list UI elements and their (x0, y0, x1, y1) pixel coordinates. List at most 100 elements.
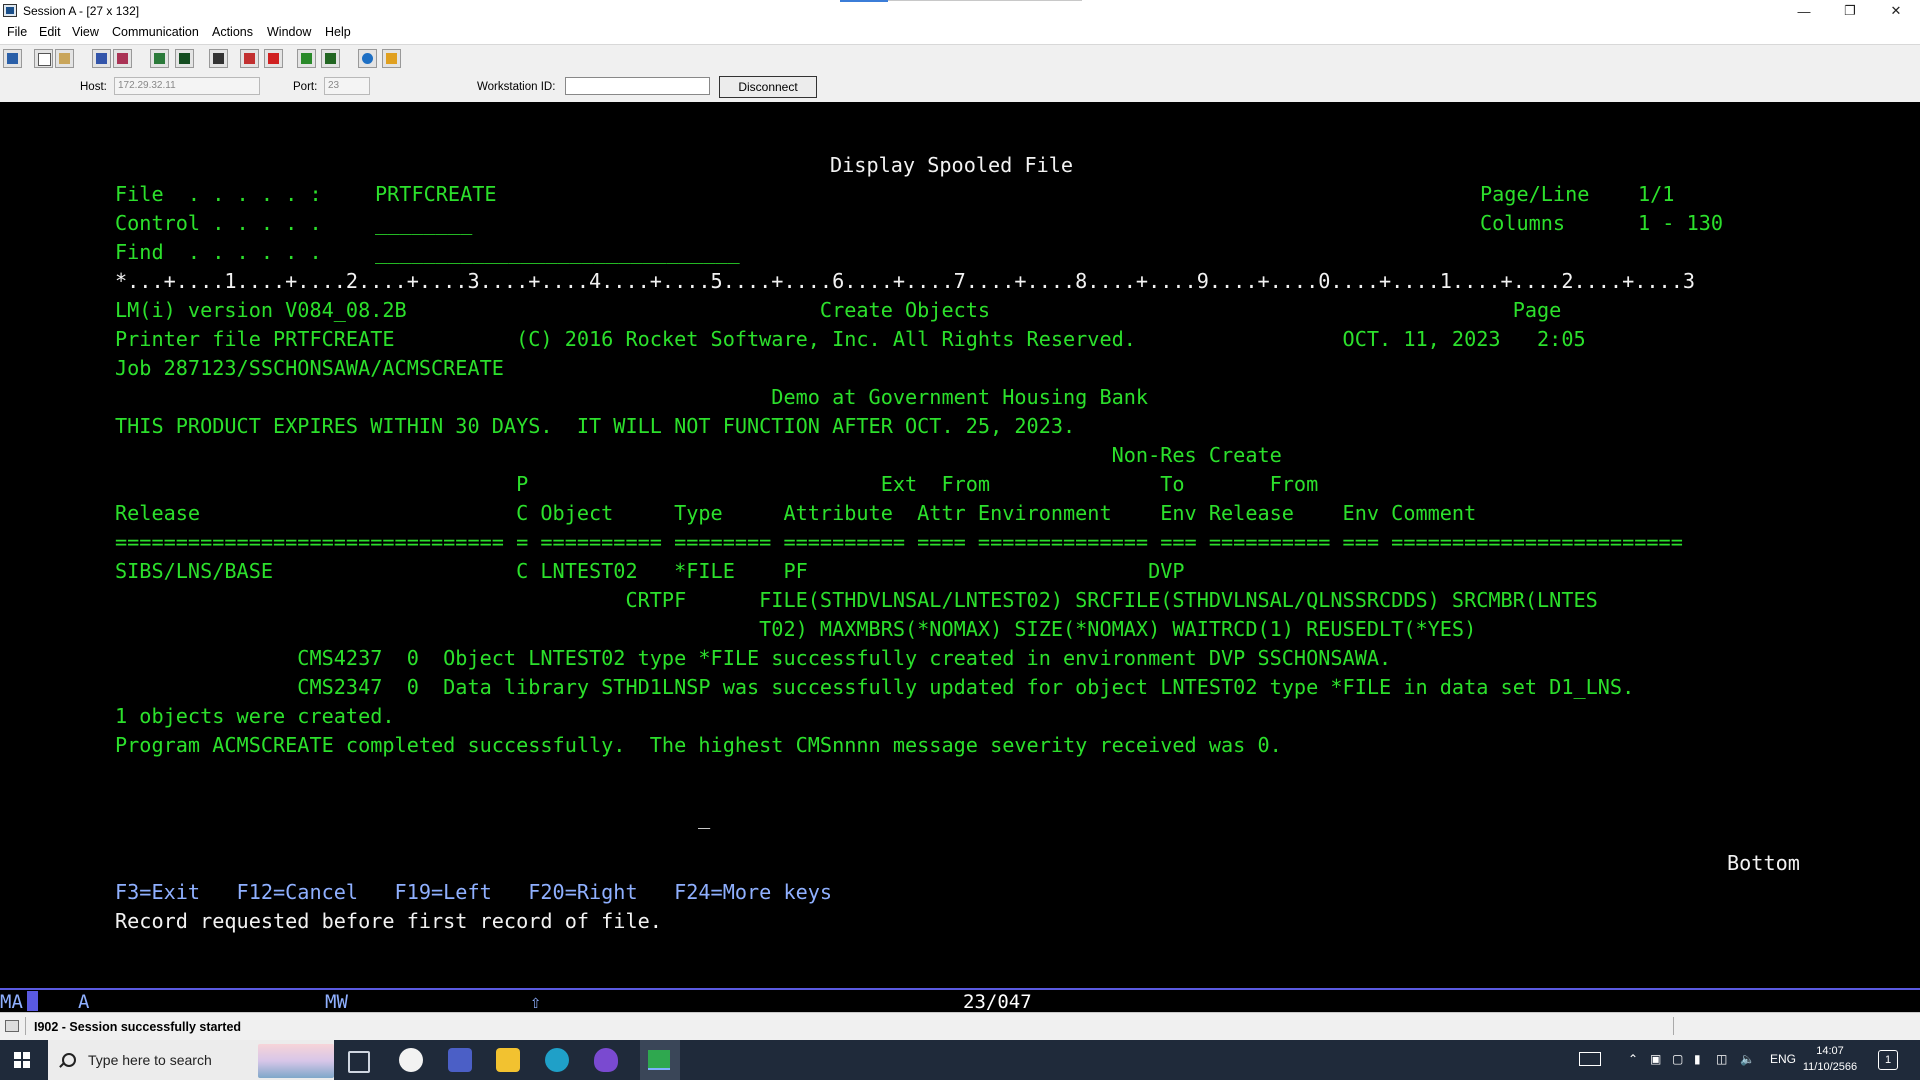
taskbar-search[interactable]: Type here to search (48, 1040, 334, 1080)
workstation-id-field[interactable] (565, 77, 710, 95)
function-keys[interactable]: F3=Exit F12=Cancel F19=Left F20=Right F2… (115, 881, 832, 903)
terminal-app-glyph (648, 1050, 670, 1070)
find-label: Find . . . . . . (115, 240, 322, 264)
report-line: SIBS/LNS/BASE C LNTEST02 *FILE PF DVP (115, 559, 1185, 583)
message-line: Record requested before first record of … (115, 909, 662, 933)
host-field[interactable]: 172.29.32.11 (114, 77, 260, 95)
status-icon (5, 1020, 19, 1032)
report-line: 1 objects were created. (115, 704, 395, 728)
send-icon[interactable] (92, 49, 111, 68)
title-accent (840, 0, 888, 2)
volume-icon[interactable]: 🔈 (1740, 1052, 1755, 1066)
stop-icon[interactable] (264, 49, 283, 68)
clock[interactable]: 14:07 11/10/2566 (1800, 1043, 1860, 1075)
report-line: CMS4237 0 Object LNTEST02 type *FILE suc… (115, 646, 1392, 670)
cursor: _ (698, 805, 711, 829)
battery-icon[interactable]: ▮ (1694, 1052, 1701, 1066)
report-line: ================================ = =====… (115, 530, 1683, 554)
report-line: Job 287123/SSCHONSAWA/ACMSCREATE (115, 356, 504, 380)
clipboard-icon[interactable] (382, 49, 401, 68)
play-icon[interactable] (297, 49, 316, 68)
clock-date: 11/10/2566 (1802, 1061, 1858, 1073)
port-field[interactable]: 23 (324, 77, 370, 95)
report-line: T02) MAXMBRS(*NOMAX) SIZE(*NOMAX) WAITRC… (115, 617, 1477, 641)
host-label: Host: (80, 81, 107, 93)
control-input[interactable]: ________ (375, 212, 472, 234)
copy-icon[interactable] (34, 49, 53, 68)
start-icon[interactable] (14, 1052, 30, 1068)
column-ruler: *...+....1....+....2....+....3....+....4… (115, 269, 1696, 293)
disconnect-button[interactable]: Disconnect (719, 76, 817, 98)
status-divider (1673, 1017, 1674, 1035)
cursor-position: 23/047 (963, 991, 1032, 1013)
globe-icon[interactable] (358, 49, 377, 68)
report-line: CMS2347 0 Data library STHD1LNSP was suc… (115, 675, 1635, 699)
keyboard-icon[interactable] (1579, 1052, 1601, 1066)
connection-bar: Host: 172.29.32.11 Port: 23 Workstation … (0, 71, 1920, 103)
session-indicator: A (78, 991, 90, 1013)
menu-actions[interactable]: Actions (212, 25, 253, 39)
print-screen-icon[interactable] (3, 49, 22, 68)
paste-icon[interactable] (55, 49, 74, 68)
shift-indicator: ⇧ (530, 991, 542, 1013)
control-label: Control . . . . . (115, 211, 322, 235)
status-divider (25, 1017, 26, 1035)
pageline-value: 1/1 (1638, 182, 1675, 206)
file-label: File . . . . . : (115, 182, 322, 206)
task-view-icon[interactable] (348, 1051, 370, 1073)
status-bar: I902 - Session successfully started (0, 1012, 1920, 1041)
bottom-indicator: Bottom (1727, 851, 1800, 875)
mode-cursor (27, 991, 38, 1011)
receive-icon[interactable] (113, 49, 132, 68)
language-indicator[interactable]: ENG (1770, 1052, 1796, 1066)
record-icon[interactable] (240, 49, 259, 68)
report-line: Printer file PRTFCREATE (C) 2016 Rocket … (115, 327, 1586, 351)
report-line: P Ext From To From (115, 472, 1319, 496)
port-label: Port: (293, 81, 318, 93)
app-purple-icon[interactable] (594, 1048, 618, 1072)
terminal-screen[interactable]: Display Spooled File File . . . . . : PR… (0, 102, 1920, 988)
chevron-up-icon[interactable]: ⌃ (1628, 1052, 1638, 1066)
notification-badge[interactable]: 1 (1878, 1050, 1898, 1070)
display-icon[interactable] (150, 49, 169, 68)
report-line: Program ACMSCREATE completed successfull… (115, 733, 1282, 757)
file-value: PRTFCREATE (375, 182, 497, 206)
menu-help[interactable]: Help (325, 25, 351, 39)
teams-icon[interactable] (448, 1048, 472, 1072)
pageline-label: Page/Line (1480, 182, 1590, 206)
edge-icon[interactable] (545, 1048, 569, 1072)
search-placeholder: Type here to search (88, 1052, 212, 1068)
search-icon (62, 1053, 76, 1067)
menu-file[interactable]: File (7, 25, 27, 39)
find-input[interactable]: ______________________________ (375, 241, 740, 263)
macro-icon[interactable] (209, 49, 228, 68)
restore-icon[interactable]: ❐ (1827, 0, 1873, 22)
status-message: I902 - Session successfully started (34, 1020, 242, 1034)
file-explorer-icon[interactable] (496, 1048, 520, 1072)
menu-bar: File Edit View Communication Actions Win… (0, 22, 1920, 43)
report-line: Release C Object Type Attribute Attr Env… (115, 501, 1477, 525)
menu-view[interactable]: View (72, 25, 99, 39)
workstation-label: Workstation ID: (477, 81, 556, 93)
taskbar: Type here to search ⌃ ▣ ▢ ▮ ◫ 🔈 ENG 14:0… (0, 1040, 1920, 1080)
report-line: Demo at Government Housing Bank (115, 385, 1149, 409)
report-line: THIS PRODUCT EXPIRES WITHIN 30 DAYS. IT … (115, 414, 1076, 438)
transfer-icon[interactable] (321, 49, 340, 68)
search-highlight-image (258, 1044, 334, 1078)
mode-indicator: MA (0, 991, 23, 1013)
menu-edit[interactable]: Edit (39, 25, 61, 39)
minimize-icon[interactable]: — (1781, 0, 1827, 22)
tray-icon[interactable]: ▣ (1650, 1052, 1661, 1066)
mw-indicator: MW (325, 991, 348, 1013)
menu-window[interactable]: Window (267, 25, 311, 39)
operator-info-area: MA A MW ⇧ 23/047 (0, 988, 1920, 1013)
app-icon[interactable] (3, 4, 17, 17)
keypad-icon[interactable] (175, 49, 194, 68)
network-icon[interactable]: ◫ (1716, 1052, 1727, 1066)
app-clock-icon[interactable] (399, 1048, 423, 1072)
report-line: CRTPF FILE(STHDVLNSAL/LNTEST02) SRCFILE(… (115, 588, 1598, 612)
columns-label: Columns (1480, 211, 1566, 235)
close-icon[interactable]: ✕ (1873, 0, 1919, 22)
tray-icon[interactable]: ▢ (1672, 1052, 1683, 1066)
menu-communication[interactable]: Communication (112, 25, 199, 39)
